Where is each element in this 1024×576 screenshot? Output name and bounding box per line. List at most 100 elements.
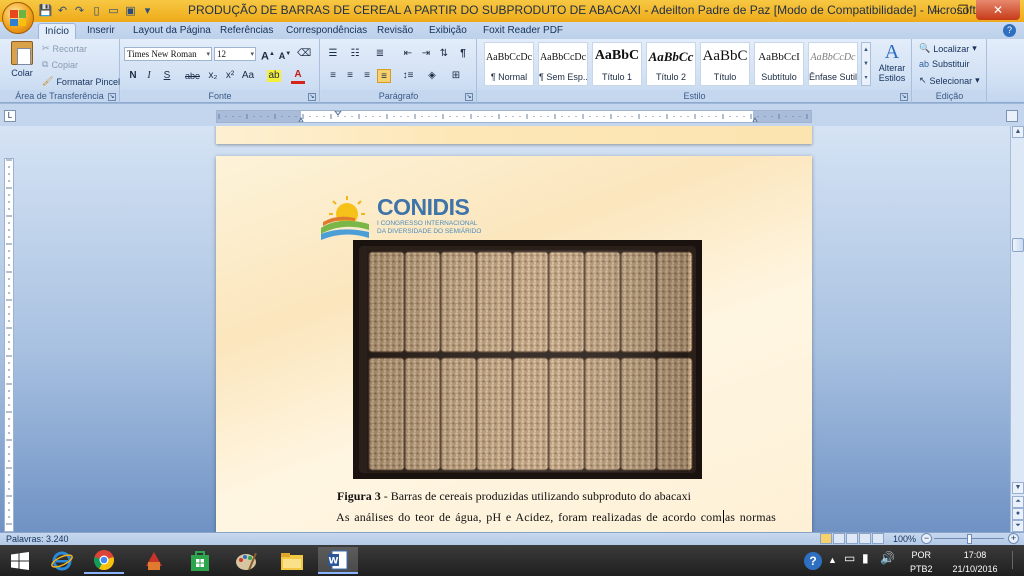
tab-foxit[interactable]: Foxit Reader PDF	[477, 23, 569, 39]
replace-button[interactable]: ab Substituir	[919, 59, 970, 69]
volume-icon[interactable]: 🔊	[880, 552, 895, 564]
start-button[interactable]	[0, 547, 40, 574]
clear-format-icon[interactable]: ⌫	[297, 46, 311, 62]
close-button[interactable]: ✕	[976, 0, 1020, 20]
change-case-button[interactable]: Aa	[241, 68, 255, 84]
tab-inicio[interactable]: Início	[38, 23, 76, 39]
style-enfase-sutil[interactable]: AaBbCcDc Ênfase Sutil	[808, 42, 858, 86]
paint-icon[interactable]	[226, 547, 266, 574]
body-paragraph[interactable]: As análises do teor de água, pH e Acidez…	[336, 510, 776, 525]
tab-inserir[interactable]: Inserir	[81, 23, 121, 39]
document-page[interactable]: CONIDIS I CONGRESSO INTERNACIONAL DA DIV…	[216, 156, 812, 532]
view-ruler-button[interactable]	[1006, 110, 1018, 122]
horizontal-ruler[interactable]	[216, 110, 812, 123]
cut-button[interactable]: ✂ Recortar	[42, 43, 87, 54]
decrease-indent-icon[interactable]: ⇤	[401, 46, 415, 62]
next-page-icon[interactable]: ⏷	[1012, 520, 1024, 532]
styles-gallery-scroll[interactable]: ▲ ▼ ▾	[861, 42, 871, 86]
zoom-out-icon[interactable]: −	[921, 533, 932, 544]
styles-launcher-icon[interactable]: ↘	[900, 93, 908, 101]
help-icon[interactable]: ?	[1003, 24, 1016, 37]
increase-indent-icon[interactable]: ⇥	[419, 46, 433, 62]
outline-view-icon[interactable]	[859, 533, 871, 544]
grow-font-button[interactable]: A▲	[261, 46, 275, 63]
style-normal[interactable]: AaBbCcDc ¶ Normal	[484, 42, 534, 86]
find-button[interactable]: 🔍 Localizar ▾	[919, 43, 977, 54]
paragraph-launcher-icon[interactable]: ↘	[465, 93, 473, 101]
internet-explorer-icon[interactable]	[42, 547, 82, 574]
office-button[interactable]	[2, 2, 34, 34]
tab-revisao[interactable]: Revisão	[371, 23, 419, 39]
vertical-ruler[interactable]	[4, 126, 14, 532]
open-icon[interactable]: ▭	[106, 3, 121, 18]
tab-selector-icon[interactable]: L	[4, 110, 16, 122]
chrome-icon[interactable]	[84, 547, 124, 574]
cereal-bars-photo[interactable]	[353, 240, 702, 479]
minimize-button[interactable]: –	[924, 0, 950, 20]
clock[interactable]: 17:08 21/10/2016	[950, 550, 1000, 575]
help-tray-icon[interactable]: ?	[804, 552, 822, 570]
store-icon[interactable]	[180, 547, 220, 574]
style-sem-espaco[interactable]: AaBbCcDc ¶ Sem Esp...	[538, 42, 588, 86]
network-icon[interactable]: ▮	[862, 552, 869, 564]
align-left-icon[interactable]: ≡	[326, 68, 340, 84]
copy-button[interactable]: ⧉ Copiar	[42, 59, 78, 70]
word-taskbar-icon[interactable]: W	[318, 547, 358, 574]
qat-customize-icon[interactable]: ▾	[140, 3, 155, 18]
zoom-slider-thumb[interactable]	[967, 534, 972, 544]
tab-correspondencias[interactable]: Correspondências	[280, 23, 373, 39]
shrink-font-button[interactable]: A▼	[278, 46, 292, 62]
highlight-icon[interactable]: ab	[267, 70, 281, 82]
style-titulo-2[interactable]: AaBbCc Título 2	[646, 42, 696, 86]
show-marks-button[interactable]: ¶	[456, 46, 470, 62]
clipboard-launcher-icon[interactable]: ↘	[108, 93, 116, 101]
undo-icon[interactable]: ↶	[55, 3, 70, 18]
style-titulo-1[interactable]: AaBbC Título 1	[592, 42, 642, 86]
font-color-icon[interactable]: A	[291, 68, 305, 84]
language-indicator[interactable]: POR PTB2	[910, 550, 933, 575]
scroll-down-icon[interactable]: ▼	[1012, 482, 1024, 494]
bullets-icon[interactable]: ☰	[326, 46, 340, 62]
line-spacing-icon[interactable]: ↕≡	[401, 68, 415, 84]
new-document-icon[interactable]: ▯	[89, 3, 104, 18]
justify-icon[interactable]: ≡	[377, 69, 391, 83]
sort-icon[interactable]: ⇅	[437, 46, 451, 62]
subscript-button[interactable]: x₂	[206, 68, 220, 84]
bold-button[interactable]: N	[126, 68, 140, 84]
tray-expand-icon[interactable]: ▲	[828, 555, 837, 566]
game-app-icon[interactable]	[134, 547, 174, 574]
format-painter-button[interactable]: 🖌 Formatar Pincel	[42, 76, 120, 87]
show-desktop-button[interactable]	[1012, 551, 1024, 569]
style-subtitulo[interactable]: AaBbCcI Subtítulo	[754, 42, 804, 86]
zoom-level[interactable]: 100%	[893, 534, 916, 544]
font-name-combo[interactable]: Times New Roman ▾	[124, 47, 212, 61]
strikethrough-button[interactable]: abe	[185, 68, 200, 84]
style-titulo[interactable]: AaBbC Título	[700, 42, 750, 86]
file-explorer-icon[interactable]	[272, 547, 312, 574]
save-icon[interactable]: 💾	[38, 3, 53, 18]
borders-icon[interactable]: ⊞	[449, 68, 463, 84]
web-layout-view-icon[interactable]	[846, 533, 858, 544]
scroll-thumb[interactable]	[1012, 238, 1024, 252]
redo-icon[interactable]: ↷	[72, 3, 87, 18]
scroll-up-icon[interactable]: ▲	[1012, 126, 1024, 138]
align-center-icon[interactable]: ≡	[343, 68, 357, 84]
font-launcher-icon[interactable]: ↘	[308, 93, 316, 101]
zoom-in-icon[interactable]: +	[1008, 533, 1019, 544]
change-styles-button[interactable]: A Alterar Estilos	[874, 41, 910, 83]
previous-page-icon[interactable]: ⏶	[1012, 496, 1024, 508]
superscript-button[interactable]: x²	[223, 68, 237, 84]
print-preview-icon[interactable]: ▣	[123, 3, 138, 18]
maximize-button[interactable]: ❐	[950, 0, 976, 20]
shading-icon[interactable]: ◈	[425, 68, 439, 84]
draft-view-icon[interactable]	[872, 533, 884, 544]
vertical-scrollbar[interactable]: ▲ ▼ ⏶ ● ⏷	[1010, 126, 1024, 532]
italic-button[interactable]: I	[142, 68, 156, 84]
select-button[interactable]: ↖ Selecionar ▾	[919, 75, 980, 86]
multilevel-list-icon[interactable]: ≣	[373, 46, 387, 62]
font-size-combo[interactable]: 12 ▾	[214, 47, 256, 61]
numbering-icon[interactable]: ☷	[348, 46, 362, 62]
tab-layout[interactable]: Layout da Página	[127, 23, 217, 39]
tab-exibicao[interactable]: Exibição	[423, 23, 473, 39]
align-right-icon[interactable]: ≡	[360, 68, 374, 84]
